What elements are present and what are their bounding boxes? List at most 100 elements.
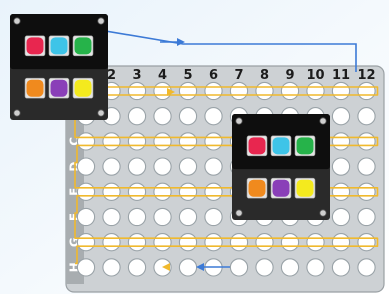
well-B11 [331,107,351,126]
well-A12 [357,81,376,101]
well-E6 [204,182,223,201]
well-C6 [204,132,223,151]
well-A11 [331,81,351,101]
well-G8 [255,233,274,252]
center-right-module-screw-2 [235,209,243,217]
column-label-2: 2 [107,68,116,83]
well-A3 [127,81,147,101]
well-D12 [357,157,376,176]
well-D3 [127,157,147,176]
center-right-module-bottom-button-1 [272,179,290,197]
well-B3 [127,107,147,126]
column-label-10: 10 [306,68,324,83]
well-B5 [178,107,198,126]
column-label-11: 11 [332,68,350,83]
well-E2 [102,182,121,201]
well-B12 [357,107,376,126]
well-H10 [306,258,325,277]
well-D4 [153,157,172,176]
well-G5 [178,233,198,252]
column-label-6: 6 [209,68,218,83]
center-right-module-top-button-1 [272,137,290,155]
top-left-module [10,14,108,120]
well-G6 [204,233,223,252]
top-left-module-screw-2 [13,109,21,117]
well-A5 [178,81,198,101]
well-H3 [127,258,147,277]
well-F2 [102,207,121,227]
center-right-module-screw-3 [319,209,327,217]
center-right-module-bottom-button-2 [296,179,314,197]
well-E5 [178,182,198,201]
well-D1 [76,157,96,176]
well-A10 [306,81,325,101]
well-G12 [357,233,376,252]
well-B4 [153,107,172,126]
well-H12 [357,258,376,277]
center-right-module-top-button-2 [296,137,314,155]
center-right-module-screw-1 [319,117,327,125]
well-G1 [76,233,96,252]
well-H5 [178,258,198,277]
column-label-9: 9 [285,68,294,83]
well-B6 [204,107,223,126]
well-C5 [178,132,198,151]
well-H9 [280,258,300,277]
column-label-4: 4 [158,68,167,83]
well-G11 [331,233,351,252]
center-right-module-screw-0 [235,117,243,125]
well-G9 [280,233,300,252]
well-C12 [357,132,376,151]
well-C3 [127,132,147,151]
column-label-7: 7 [234,68,243,83]
well-G4 [153,233,172,252]
well-F3 [127,207,147,227]
top-left-module-top-button-1 [50,37,68,55]
well-G2 [102,233,121,252]
well-H11 [331,258,351,277]
top-left-module-screw-1 [97,17,105,25]
well-F1 [76,207,96,227]
well-F12 [357,207,376,227]
well-E4 [153,182,172,201]
top-left-module-screw-3 [97,109,105,117]
well-G3 [127,233,147,252]
column-label-3: 3 [132,68,141,83]
well-F5 [178,207,198,227]
center-right-module [232,114,330,220]
well-E11 [331,182,351,201]
top-left-module-bottom-button-1 [50,79,68,97]
well-D2 [102,157,121,176]
well-F4 [153,207,172,227]
center-right-module-bottom-button-0 [248,179,266,197]
top-left-module-bottom-button-0 [26,79,44,97]
well-C11 [331,132,351,151]
well-E12 [357,182,376,201]
column-label-12: 12 [357,68,375,83]
well-D5 [178,157,198,176]
well-plate [65,65,385,293]
top-left-module-bottom-button-2 [74,79,92,97]
well-D11 [331,157,351,176]
well-H2 [102,258,121,277]
well-G7 [229,233,249,252]
well-E3 [127,182,147,201]
top-left-module-top-button-2 [74,37,92,55]
column-label-5: 5 [183,68,192,83]
plate-diagram: 123456789101112 ABCDEFGH [0,0,389,294]
center-right-module-top-button-0 [248,137,266,155]
well-A9 [280,81,300,101]
well-E1 [76,182,96,201]
column-label-8: 8 [260,68,269,83]
well-C4 [153,132,172,151]
top-left-module-top-button-0 [26,37,44,55]
well-A7 [229,81,249,101]
well-F6 [204,207,223,227]
well-C1 [76,132,96,151]
well-H7 [229,258,249,277]
well-G10 [306,233,325,252]
well-H8 [255,258,274,277]
well-H1 [76,258,96,277]
well-F11 [331,207,351,227]
well-A6 [204,81,223,101]
